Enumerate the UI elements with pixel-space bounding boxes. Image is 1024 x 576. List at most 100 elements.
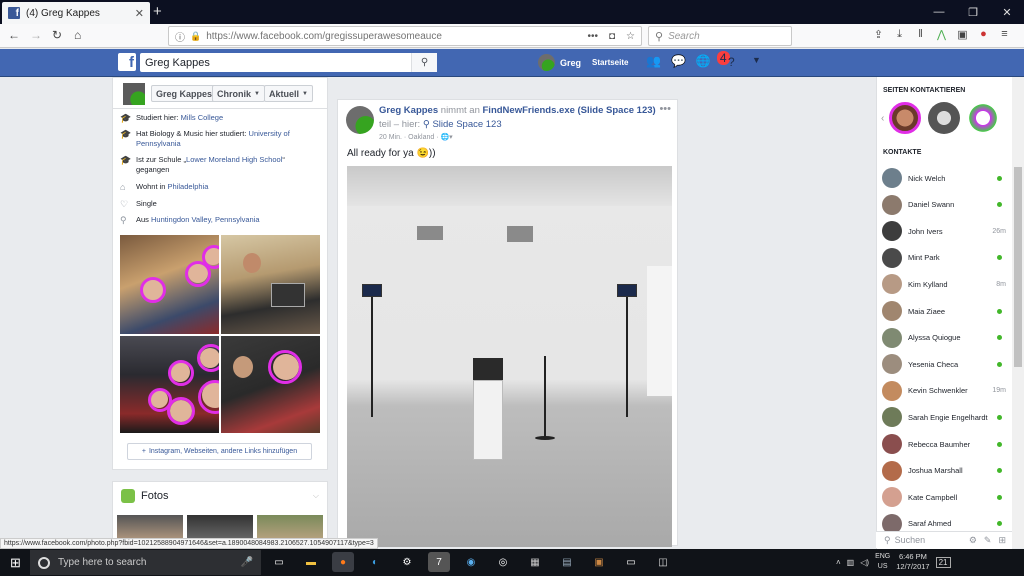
post-meta-text[interactable]: 20 Min. · Oakland · bbox=[379, 134, 440, 141]
back-icon[interactable]: ← bbox=[8, 28, 20, 42]
url-bar[interactable]: ⓘ 🔒 https://www.facebook.com/gregissuper… bbox=[168, 26, 642, 46]
reload-icon[interactable]: ↻ bbox=[52, 28, 62, 42]
browser-search-field[interactable]: ⚲ Search bbox=[648, 26, 792, 46]
restore-icon[interactable]: ❐ bbox=[956, 0, 990, 24]
featured-photo[interactable] bbox=[120, 336, 219, 433]
privacy-globe-icon[interactable]: 🌐▾ bbox=[440, 134, 452, 141]
post-options-icon[interactable]: ••• bbox=[659, 103, 671, 115]
action-center-icon[interactable]: 21 bbox=[935, 556, 951, 568]
windows-start-icon[interactable]: ⊞ bbox=[10, 555, 21, 571]
menu-icon[interactable]: ≡ bbox=[998, 28, 1011, 41]
contact-row[interactable]: Mint Park bbox=[882, 247, 1008, 269]
network-icon[interactable]: ▥ bbox=[847, 558, 855, 567]
app-icon[interactable]: ◐ bbox=[364, 552, 386, 572]
upload-icon[interactable]: ⇪ bbox=[872, 28, 885, 41]
home-icon[interactable]: ⌂ bbox=[74, 28, 81, 42]
contact-row[interactable]: Joshua Marshall bbox=[882, 460, 1008, 482]
friend-requests-icon[interactable]: 👥 bbox=[646, 54, 661, 68]
contact-row[interactable]: Alyssa Quiogue bbox=[882, 327, 1008, 349]
taskbar-search[interactable]: Type here to search 🎤 bbox=[30, 550, 261, 575]
contact-row[interactable]: Sarah Engie Engelhardt bbox=[882, 406, 1008, 428]
group-icon[interactable]: ⊞ bbox=[998, 535, 1006, 546]
app-icon[interactable]: ▣ bbox=[588, 552, 610, 572]
info-icon[interactable]: ⓘ bbox=[175, 29, 185, 44]
contact-row[interactable]: Kevin Schwenkler 19m bbox=[882, 380, 1008, 402]
contact-row[interactable]: Kim Kylland 8m bbox=[882, 273, 1008, 295]
intro-link[interactable]: Philadelphia bbox=[168, 182, 209, 191]
post-event[interactable]: FindNewFriends.exe (Slide Space 123) bbox=[483, 105, 656, 116]
contact-row[interactable]: Kate Campbell bbox=[882, 486, 1008, 508]
timeline-button[interactable]: Chronik ▼ bbox=[212, 85, 265, 102]
app-icon[interactable]: ◫ bbox=[652, 552, 674, 572]
featured-photo[interactable] bbox=[221, 336, 320, 433]
photos-header[interactable]: Fotos bbox=[121, 489, 169, 503]
microphone-icon[interactable]: 🎤 bbox=[241, 557, 253, 568]
contact-row[interactable]: Nick Welch bbox=[882, 167, 1008, 189]
page-avatar[interactable] bbox=[889, 102, 921, 134]
scrollbar-thumb[interactable] bbox=[1014, 167, 1022, 367]
app-icon[interactable]: ▤ bbox=[556, 552, 578, 572]
new-tab-icon[interactable]: + bbox=[153, 3, 162, 20]
search-icon[interactable]: ⚲ bbox=[411, 53, 437, 72]
chevron-up-icon[interactable]: ˄ bbox=[836, 558, 841, 567]
post-photo[interactable] bbox=[347, 166, 672, 547]
volume-icon[interactable]: ◁) bbox=[860, 558, 869, 567]
tab-close-icon[interactable]: ✕ bbox=[135, 7, 144, 20]
page-scrollbar[interactable] bbox=[1012, 77, 1024, 548]
extension-icon[interactable]: ⋀ bbox=[935, 28, 948, 41]
account-menu-icon[interactable]: ▼ bbox=[752, 55, 761, 65]
pocket-icon[interactable]: ◘ bbox=[609, 31, 615, 42]
help-icon[interactable]: ? bbox=[728, 55, 735, 69]
app-icon[interactable]: ◉ bbox=[460, 552, 482, 572]
page-actions-icon[interactable]: ••• bbox=[587, 31, 598, 42]
library-icon[interactable]: ‖ bbox=[914, 28, 927, 41]
window-close-icon[interactable]: ✕ bbox=[990, 0, 1024, 24]
forward-icon[interactable]: → bbox=[30, 28, 42, 42]
post-author-avatar[interactable] bbox=[346, 106, 374, 134]
contact-row[interactable]: John Ivers 26m bbox=[882, 220, 1008, 242]
messenger-icon[interactable]: 💬 bbox=[671, 54, 686, 68]
page-avatar[interactable] bbox=[967, 102, 999, 134]
app-icon[interactable]: 7 bbox=[428, 552, 450, 572]
app-icon[interactable]: ▭ bbox=[620, 552, 642, 572]
add-links-button[interactable]: + Instagram, Webseiten, andere Links hin… bbox=[127, 443, 312, 460]
featured-photo[interactable] bbox=[120, 235, 219, 334]
home-link[interactable]: Startseite bbox=[592, 58, 628, 67]
profile-link[interactable]: Greg bbox=[538, 54, 581, 71]
profile-name-button[interactable]: Greg Kappes bbox=[151, 85, 218, 102]
contact-row[interactable]: Maia Ziaee bbox=[882, 300, 1008, 322]
facebook-search-field[interactable]: Greg Kappes ⚲ bbox=[140, 53, 437, 72]
chevron-down-icon[interactable]: ⌵ bbox=[313, 491, 319, 501]
intro-link[interactable]: Huntingdon Valley, Pennsylvania bbox=[151, 215, 260, 224]
shield-icon[interactable]: ● bbox=[977, 28, 990, 41]
sidebar-icon[interactable]: ▣ bbox=[956, 28, 969, 41]
minimize-icon[interactable]: — bbox=[922, 0, 956, 24]
contact-row[interactable]: Rebecca Baumher bbox=[882, 433, 1008, 455]
browser-tab[interactable]: f (4) Greg Kappes ✕ bbox=[2, 2, 150, 24]
chat-search[interactable]: ⚲ Suchen ⚙ ✎ ⊞ bbox=[876, 531, 1012, 548]
post-author[interactable]: Greg Kappes bbox=[379, 105, 438, 116]
clock[interactable]: 6:46 PM 12/7/2017 bbox=[896, 552, 929, 572]
chevron-left-icon[interactable]: ‹ bbox=[881, 113, 884, 124]
profile-picture[interactable] bbox=[123, 83, 145, 105]
contact-row[interactable]: Daniel Swann bbox=[882, 194, 1008, 216]
intro-link[interactable]: Lower Moreland High School bbox=[186, 155, 282, 164]
language-indicator[interactable]: ENG US bbox=[875, 552, 890, 572]
page-avatar[interactable] bbox=[928, 102, 960, 134]
featured-photo[interactable] bbox=[221, 235, 320, 334]
app-icon[interactable]: ⚙ bbox=[396, 552, 418, 572]
notifications-icon[interactable]: 🌐 4 bbox=[696, 51, 730, 68]
bookmark-star-icon[interactable]: ☆ bbox=[626, 31, 635, 42]
file-explorer-icon[interactable]: ▬ bbox=[300, 552, 322, 572]
download-icon[interactable]: ⤓ bbox=[893, 28, 906, 41]
post-place[interactable]: Slide Space 123 bbox=[432, 119, 501, 130]
current-button[interactable]: Aktuell ▼ bbox=[264, 85, 313, 102]
task-view-icon[interactable]: ▭ bbox=[268, 552, 290, 572]
contact-row[interactable]: Yesenia Checa bbox=[882, 353, 1008, 375]
facebook-logo-icon[interactable]: f bbox=[118, 53, 136, 71]
app-icon[interactable]: ◎ bbox=[492, 552, 514, 572]
app-icon[interactable]: ▦ bbox=[524, 552, 546, 572]
new-message-icon[interactable]: ✎ bbox=[984, 535, 992, 546]
gear-icon[interactable]: ⚙ bbox=[969, 535, 977, 546]
intro-link[interactable]: Mills College bbox=[181, 113, 224, 122]
